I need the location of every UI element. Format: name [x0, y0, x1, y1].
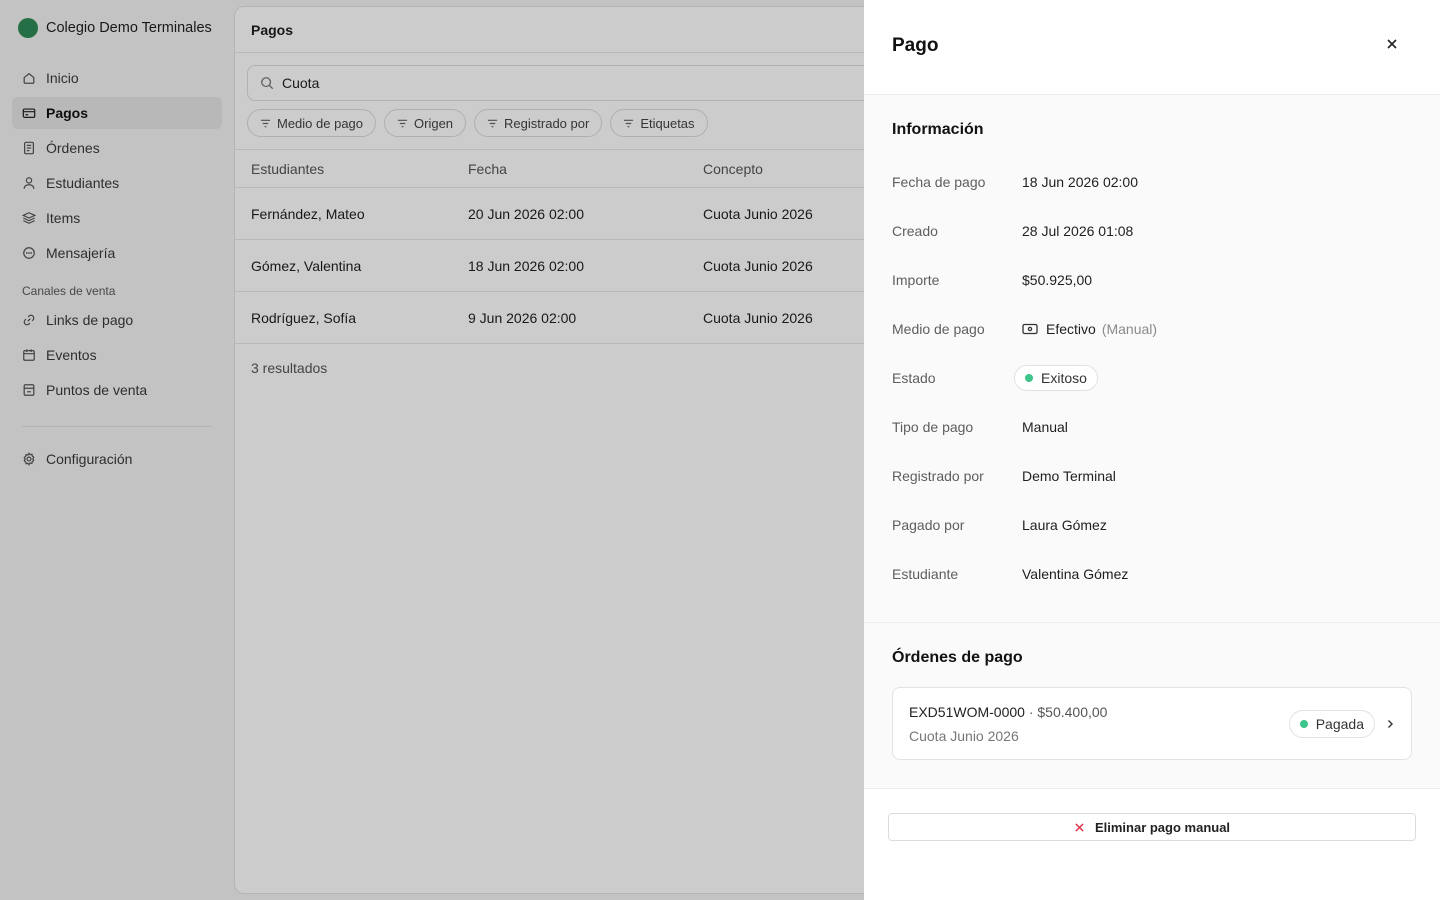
field-tipo-de-pago: Tipo de pago Manual — [892, 402, 1412, 451]
field-creado: Creado 28 Jul 2026 01:08 — [892, 206, 1412, 255]
order-line: EXD51WOM-0000 · $50.400,00 — [909, 704, 1107, 720]
status-dot — [1299, 719, 1308, 728]
payment-method-note: (Manual) — [1101, 320, 1158, 337]
drawer-footer: Eliminar pago manual — [864, 789, 1440, 865]
status-badge: Exitoso — [1014, 364, 1098, 391]
field-label: Estudiante — [892, 565, 959, 582]
order-status-badge: Pagada — [1288, 709, 1375, 738]
field-importe: Importe $50.925,00 — [892, 255, 1412, 304]
order-concept: Cuota Junio 2026 — [909, 727, 1019, 744]
field-value: 18 Jun 2026 02:00 — [1022, 173, 1138, 190]
field-label: Tipo de pago — [892, 418, 974, 435]
field-label: Registrado por — [892, 467, 984, 484]
field-label: Creado — [892, 222, 938, 239]
delete-manual-payment-button[interactable]: Eliminar pago manual — [888, 813, 1416, 841]
info-section: Información Fecha de pago 18 Jun 2026 02… — [864, 95, 1440, 623]
drawer-title: Pago — [892, 35, 939, 56]
chevron-right-icon[interactable] — [1385, 719, 1395, 729]
status-dot — [1025, 373, 1033, 382]
orders-section: Órdenes de pago EXD51WOM-0000 · $50.400,… — [864, 623, 1440, 789]
order-actions: Pagada — [1288, 709, 1395, 738]
order-info: EXD51WOM-0000 · $50.400,00 Cuota Junio 2… — [909, 704, 1107, 744]
orders-title: Órdenes de pago — [892, 649, 1023, 666]
field-value: Efectivo (Manual) — [1022, 321, 1157, 337]
field-label: Pagado por — [892, 516, 965, 533]
cash-icon — [1022, 323, 1038, 334]
order-separator: · — [1028, 703, 1034, 720]
field-label: Medio de pago — [892, 320, 985, 337]
field-value: Valentina Gómez — [1022, 565, 1129, 582]
payment-detail-drawer: Pago Información Fecha de pago 18 Jun 20… — [864, 0, 1440, 900]
field-estudiante: Estudiante Valentina Gómez — [892, 549, 1412, 598]
field-registrado-por: Registrado por Demo Terminal — [892, 451, 1412, 500]
field-estado: Estado Exitoso — [892, 353, 1412, 402]
order-code: EXD51WOM-0000 — [909, 703, 1025, 720]
field-label: Fecha de pago — [892, 173, 986, 190]
field-value: $50.925,00 — [1022, 271, 1093, 288]
close-icon — [1387, 39, 1397, 49]
delete-button-label: Eliminar pago manual — [1094, 819, 1231, 835]
field-value: Exitoso — [1014, 364, 1098, 391]
close-icon — [1075, 822, 1084, 832]
drawer-header: Pago — [864, 0, 1440, 95]
field-value: Demo Terminal — [1022, 467, 1116, 484]
payment-method-value: Efectivo — [1046, 320, 1096, 337]
field-pagado-por: Pagado por Laura Gómez — [892, 500, 1412, 549]
field-fecha-de-pago: Fecha de pago 18 Jun 2026 02:00 — [892, 157, 1412, 206]
order-amount: $50.400,00 — [1037, 703, 1108, 720]
info-title: Información — [892, 121, 984, 138]
field-label: Estado — [892, 369, 936, 386]
status-label: Exitoso — [1041, 369, 1087, 386]
field-value: 28 Jul 2026 01:08 — [1022, 222, 1134, 239]
field-value: Laura Gómez — [1022, 516, 1107, 533]
field-medio-de-pago: Medio de pago Efectivo (Manual) — [892, 304, 1412, 353]
close-button[interactable] — [1380, 32, 1404, 56]
field-label: Importe — [892, 271, 940, 288]
order-status-label: Pagada — [1315, 715, 1364, 732]
order-card[interactable]: EXD51WOM-0000 · $50.400,00 Cuota Junio 2… — [892, 687, 1412, 760]
field-value: Manual — [1022, 418, 1068, 435]
